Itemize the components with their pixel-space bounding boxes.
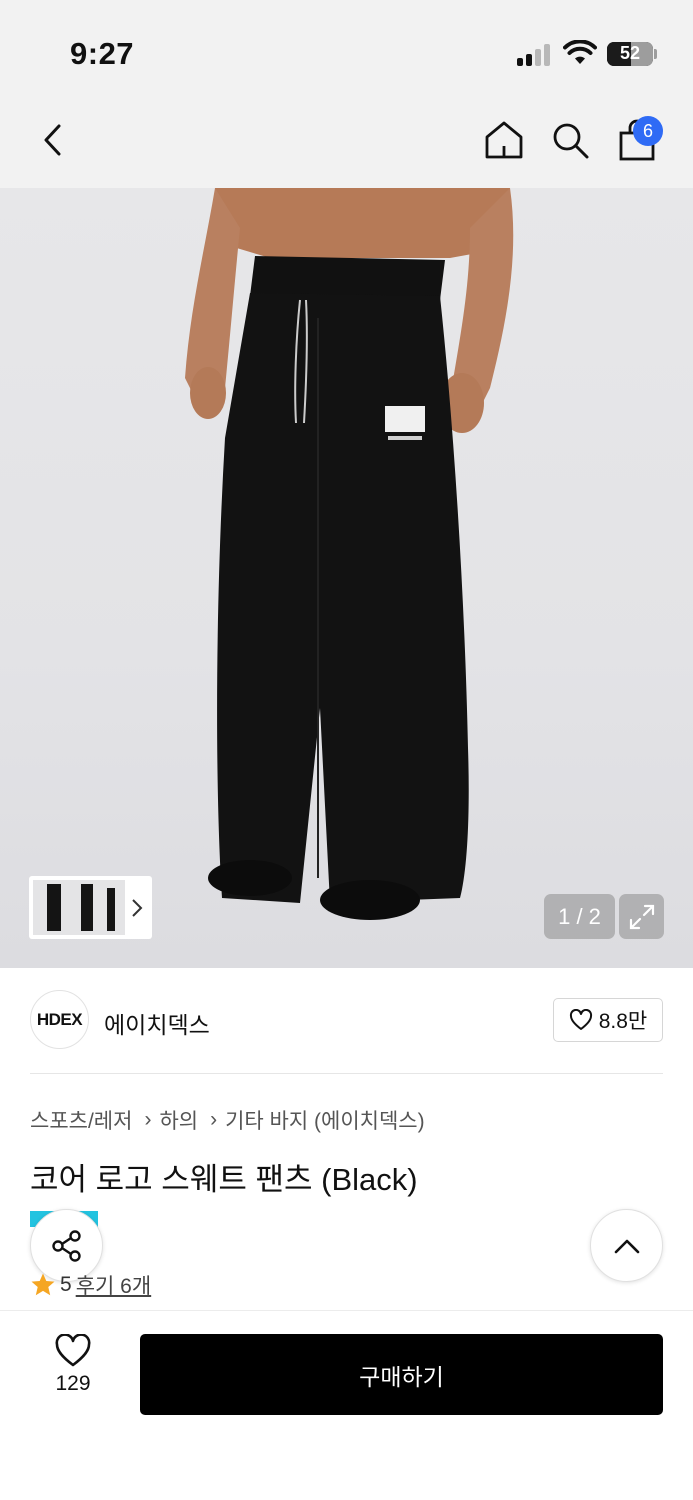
signal-icon <box>517 44 553 66</box>
expand-button[interactable] <box>619 894 664 939</box>
rating-value: 5 <box>60 1273 72 1296</box>
product-title: 코어 로고 스웨트 팬츠 (Black) <box>30 1162 418 1197</box>
review-link[interactable]: 후기 6개 <box>76 1270 151 1300</box>
cart-count-badge: 6 <box>633 116 663 146</box>
battery-icon: 52 <box>607 42 653 66</box>
heart-icon <box>55 1334 91 1367</box>
product-photo <box>185 188 514 920</box>
image-counter: 1 / 2 <box>544 894 615 939</box>
breadcrumb-item[interactable]: 하의 <box>159 1105 198 1135</box>
chevron-right-icon <box>132 899 143 917</box>
breadcrumb: 스포츠/레저 › 하의 › 기타 바지 (에이치덱스) <box>30 1105 425 1135</box>
chevron-right-icon: › <box>144 1108 152 1131</box>
breadcrumb-item[interactable]: 스포츠/레저 <box>30 1105 132 1135</box>
buy-button[interactable]: 구매하기 <box>140 1334 663 1415</box>
expand-icon <box>629 904 654 929</box>
brand-like-button[interactable]: 8.8만 <box>553 998 663 1042</box>
battery-tip <box>654 49 657 59</box>
rating-row: 5 후기 6개 <box>30 1270 151 1300</box>
brand-like-count: 8.8만 <box>598 1010 648 1033</box>
status-bar: 9:27 52 <box>0 0 693 95</box>
brand-name[interactable]: 에이치덱스 <box>104 1006 210 1040</box>
chevron-right-icon: › <box>210 1108 218 1131</box>
scroll-to-top-button[interactable] <box>590 1209 663 1282</box>
thumbnail-images <box>33 880 125 935</box>
breadcrumb-item[interactable]: 기타 바지 (에이치덱스) <box>225 1105 425 1135</box>
chevron-up-icon <box>614 1239 639 1253</box>
nav-bar <box>0 95 693 188</box>
search-icon <box>553 123 589 159</box>
star-icon <box>31 1273 55 1296</box>
product-image[interactable] <box>0 188 693 968</box>
thumbnail-strip[interactable] <box>29 876 152 939</box>
status-time: 9:27 <box>70 36 135 71</box>
bottom-divider <box>0 1310 693 1311</box>
wishlist-count: 129 <box>55 1372 91 1395</box>
brand-logo[interactable]: HDEX <box>30 990 89 1049</box>
back-button[interactable] <box>28 115 78 165</box>
back-icon <box>44 124 61 156</box>
battery-level: 52 <box>619 43 641 63</box>
home-button[interactable] <box>479 115 529 165</box>
search-button[interactable] <box>545 115 595 165</box>
divider <box>30 1073 663 1074</box>
share-icon <box>51 1229 81 1262</box>
heart-icon <box>569 1009 592 1030</box>
home-icon <box>485 121 523 159</box>
wifi-icon <box>563 40 597 64</box>
wishlist-button[interactable]: 129 <box>30 1334 116 1414</box>
